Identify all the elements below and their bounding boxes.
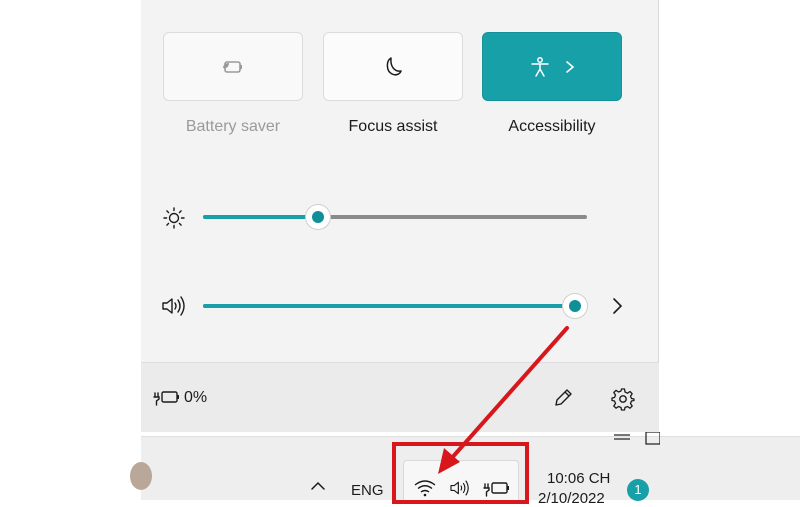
annotation-arrow <box>438 326 569 474</box>
